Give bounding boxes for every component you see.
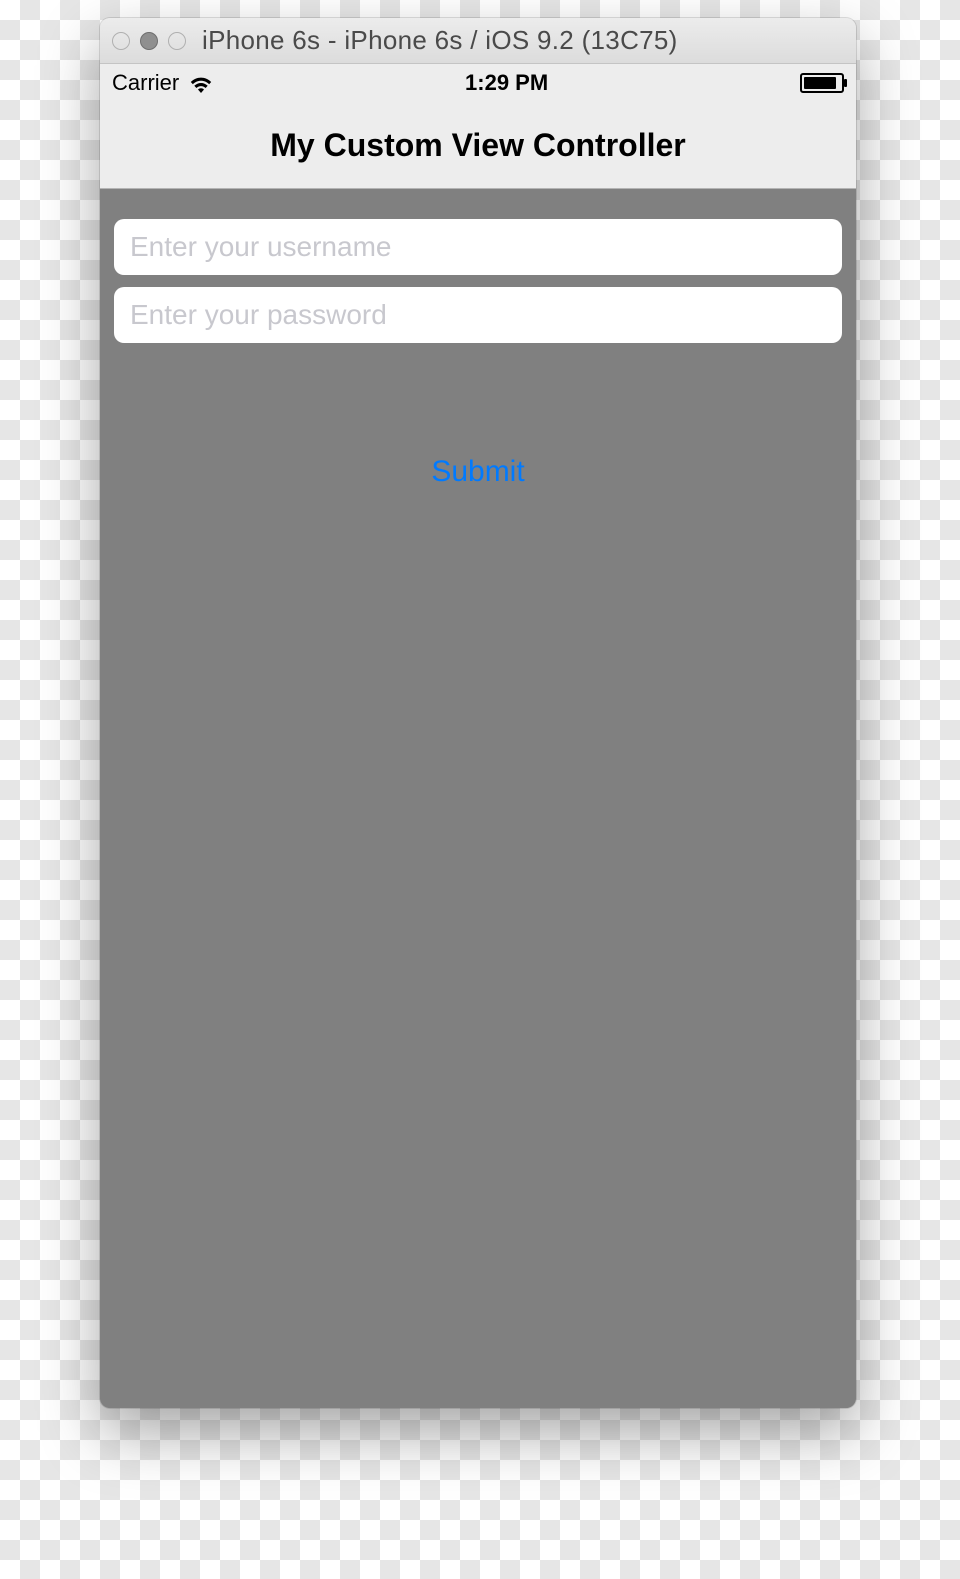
username-input[interactable] — [114, 219, 842, 275]
navigation-bar: My Custom View Controller — [100, 102, 856, 189]
ios-simulator-window: iPhone 6s - iPhone 6s / iOS 9.2 (13C75) … — [100, 18, 856, 1408]
minimize-window-icon[interactable] — [140, 32, 158, 50]
main-content: Submit — [100, 189, 856, 1408]
page-title: My Custom View Controller — [270, 127, 685, 164]
submit-button[interactable]: Submit — [417, 449, 538, 495]
close-window-icon[interactable] — [112, 32, 130, 50]
mac-titlebar: iPhone 6s - iPhone 6s / iOS 9.2 (13C75) — [100, 18, 856, 64]
phone-screen: Carrier 1:29 PM My Custom View Controlle… — [100, 64, 856, 1408]
wifi-icon — [189, 74, 213, 92]
carrier-label: Carrier — [112, 70, 179, 96]
window-title: iPhone 6s - iPhone 6s / iOS 9.2 (13C75) — [202, 25, 678, 56]
battery-icon — [800, 73, 844, 93]
ios-status-bar: Carrier 1:29 PM — [100, 64, 856, 102]
window-traffic-lights — [112, 32, 186, 50]
zoom-window-icon[interactable] — [168, 32, 186, 50]
password-input[interactable] — [114, 287, 842, 343]
status-time: 1:29 PM — [465, 70, 548, 96]
